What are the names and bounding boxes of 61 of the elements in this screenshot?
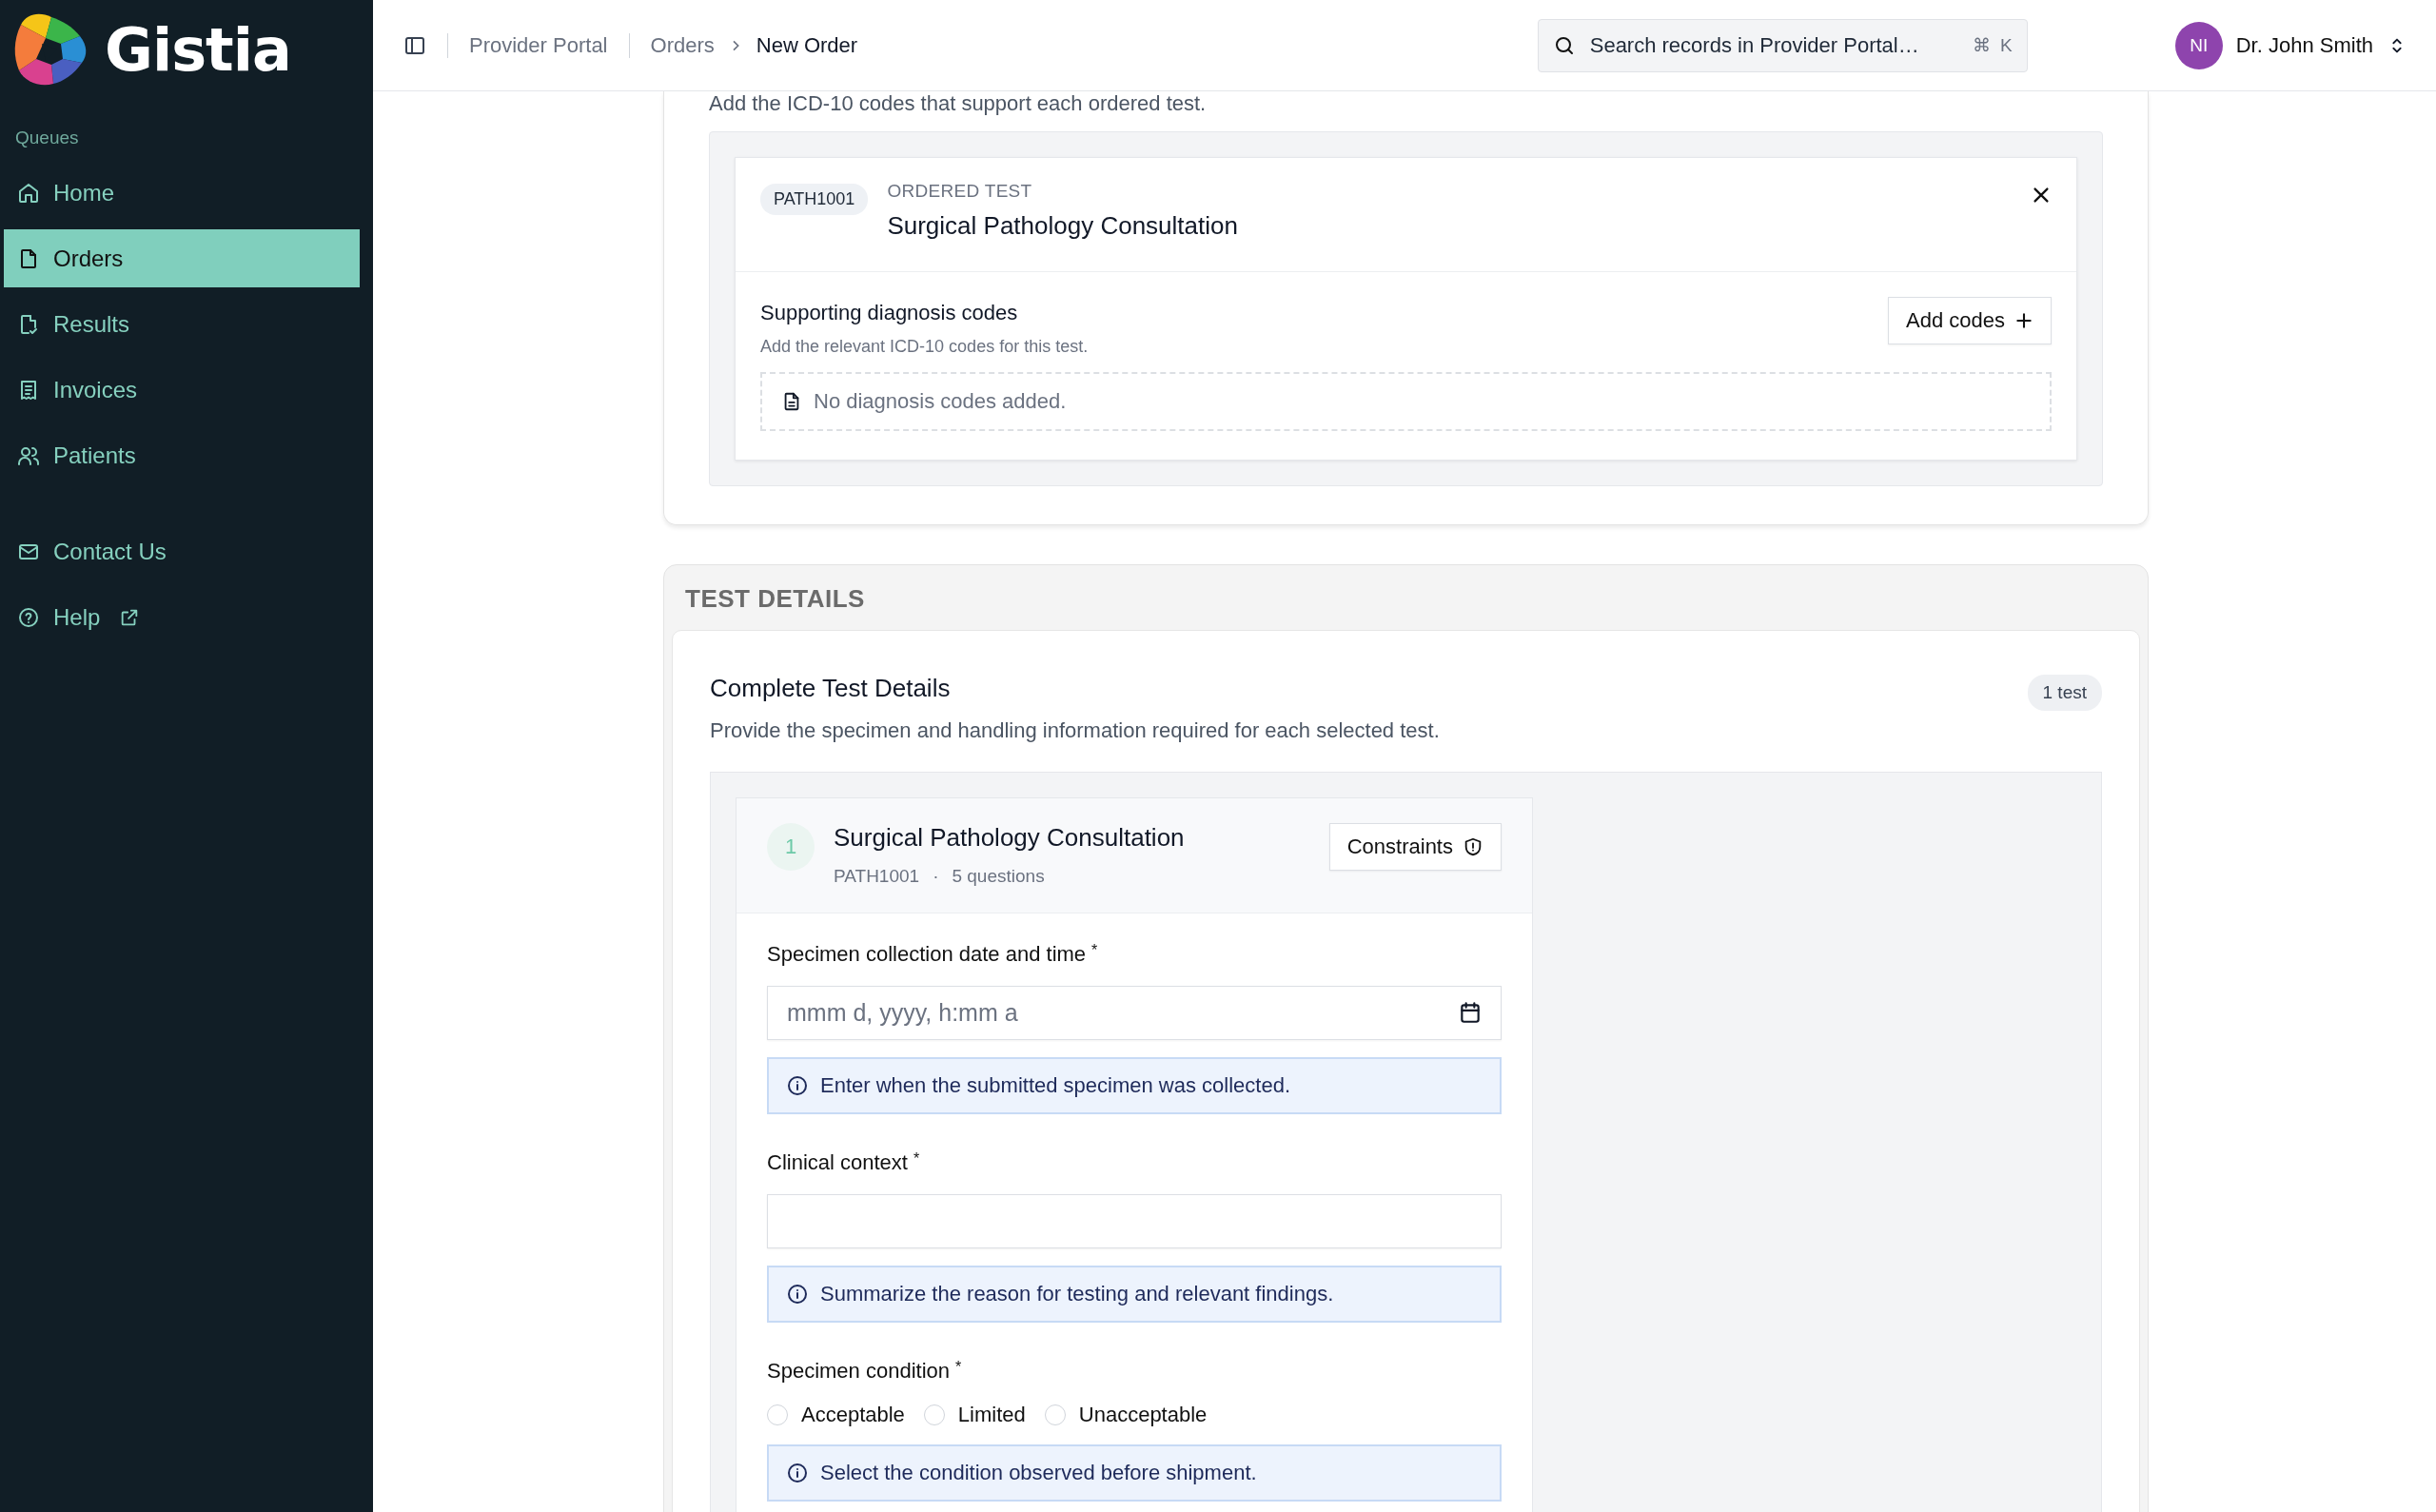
constraints-button[interactable]: Constraints <box>1328 823 1502 871</box>
codes-title: Supporting diagnosis codes <box>760 301 1019 325</box>
info-icon <box>786 1462 809 1484</box>
test-name: Surgical Pathology Consultation <box>834 823 1186 853</box>
step-number: 1 <box>767 823 815 871</box>
info-icon <box>786 1074 809 1097</box>
field-label: Specimen condition <box>767 1359 950 1384</box>
breadcrumb-link[interactable]: New Order <box>756 32 858 58</box>
user-name[interactable]: Dr. John Smith <box>2235 32 2373 58</box>
add-codes-button[interactable]: Add codes <box>1888 297 2052 344</box>
section-title: Complete Test Details <box>710 673 951 703</box>
hint-text: Summarize the reason for testing and relevant findings. <box>820 1282 1334 1306</box>
test-code: PATH1001 <box>834 866 920 887</box>
info-icon <box>786 1283 809 1306</box>
radio-button[interactable] <box>1044 1404 1066 1425</box>
question-count: 5 questions <box>952 866 1045 887</box>
shield-alert-icon <box>1463 836 1483 857</box>
nav-item[interactable]: Results <box>4 295 360 353</box>
hint-text: Select the condition observed before shipment. <box>820 1461 1257 1485</box>
required-mark: * <box>955 1359 962 1377</box>
eyebrow-label: ORDERED TEST <box>887 181 1033 202</box>
shortcut-key: ⌘ <box>1973 34 1992 56</box>
field-label: Specimen collection date and time <box>767 942 1087 967</box>
section-label: Queues <box>14 127 80 148</box>
radio-label[interactable]: Unacceptable <box>1078 1403 1208 1427</box>
home-icon <box>17 181 40 205</box>
section-heading: TEST DETAILS <box>684 583 866 615</box>
nav-item[interactable]: Home <box>4 164 360 222</box>
nav-item[interactable]: Help <box>4 588 360 646</box>
logo-icon <box>13 11 88 88</box>
required-mark: * <box>913 1150 920 1168</box>
radio-button[interactable] <box>923 1404 945 1425</box>
radio-button[interactable] <box>767 1404 788 1425</box>
nav-item[interactable]: Patients <box>4 426 360 484</box>
radio-label[interactable]: Acceptable <box>801 1403 905 1427</box>
test-code-badge: PATH1001 <box>760 184 869 215</box>
input-field[interactable] <box>767 1194 1502 1248</box>
nav-item[interactable]: Contact Us <box>4 522 360 580</box>
user-avatar[interactable]: NI <box>2174 21 2223 69</box>
breadcrumb-link[interactable]: Orders <box>650 32 715 58</box>
count-badge: 1 test <box>2027 675 2102 711</box>
radio-label[interactable]: Limited <box>957 1403 1026 1427</box>
close-icon[interactable] <box>2031 185 2052 206</box>
date-time-field[interactable]: mmm d, yyyy, h:mm a <box>767 986 1502 1040</box>
field-label: Clinical context <box>767 1150 908 1175</box>
shortcut-key: K <box>2000 34 2013 56</box>
plus-icon <box>2014 311 2033 330</box>
section-description: Provide the specimen and handling information required for each selected test. <box>710 718 1441 743</box>
codes-hint: Add the relevant ICD-10 codes for this test. <box>760 337 1089 357</box>
nav-item[interactable]: Invoices <box>4 361 360 419</box>
logo-text: Gistia <box>105 14 291 85</box>
separator-dot: · <box>933 866 939 887</box>
section-description: Add the ICD-10 codes that support each ordered test. <box>709 91 1208 116</box>
hint-text: Enter when the submitted specimen was collected. <box>820 1073 1291 1098</box>
required-mark: * <box>1091 942 1098 960</box>
nav-item[interactable]: Orders <box>4 229 360 287</box>
help-icon <box>17 605 40 629</box>
breadcrumb-link[interactable]: Provider Portal <box>469 32 608 58</box>
empty-message: No diagnosis codes added. <box>814 389 1067 414</box>
test-name: Surgical Pathology Consultation <box>887 211 1239 241</box>
calendar-icon <box>1458 1000 1483 1025</box>
